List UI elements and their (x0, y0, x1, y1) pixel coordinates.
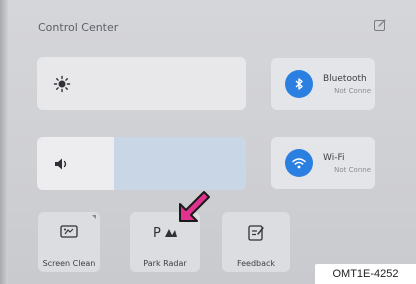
page-title: Control Center (38, 21, 119, 34)
corner-indicator (92, 215, 96, 219)
volume-level-fill (37, 137, 115, 190)
feedback-button[interactable]: Feedback (222, 212, 290, 272)
screen-clean-icon (60, 225, 78, 238)
wifi-status: Not Conne (334, 166, 371, 174)
volume-track (114, 137, 246, 190)
wifi-toggle[interactable]: Wi-Fi Not Conne (271, 137, 375, 189)
pointer-arrow-icon (179, 191, 210, 222)
wifi-label: Wi-Fi (323, 153, 345, 163)
sun-icon (53, 75, 71, 93)
bluetooth-icon (295, 78, 303, 90)
screen-clean-button[interactable]: Screen Clean (38, 212, 100, 272)
bluetooth-toggle[interactable]: Bluetooth Not Conne (271, 58, 375, 110)
edit-square-icon[interactable] (373, 18, 387, 32)
speaker-icon (55, 158, 67, 170)
bluetooth-status: Not Conne (334, 87, 371, 95)
park-radar-label: Park Radar (143, 259, 187, 268)
control-center-screen: Control Center Bluetooth Not Conne Wi-Fi… (0, 0, 416, 284)
bluetooth-label: Bluetooth (323, 74, 367, 84)
svg-text:P: P (153, 226, 161, 240)
wifi-icon (292, 158, 306, 169)
park-radar-icon: P (153, 226, 177, 240)
screen-bezel (0, 0, 8, 284)
volume-slider[interactable] (37, 137, 246, 190)
bluetooth-icon-circle (285, 70, 313, 98)
figure-code-label: OMT1E-4252 (315, 264, 416, 284)
screen-clean-label: Screen Clean (42, 259, 96, 268)
wifi-icon-circle (285, 149, 313, 177)
brightness-slider[interactable] (37, 57, 246, 110)
feedback-label: Feedback (236, 259, 276, 268)
feedback-icon (248, 225, 264, 241)
